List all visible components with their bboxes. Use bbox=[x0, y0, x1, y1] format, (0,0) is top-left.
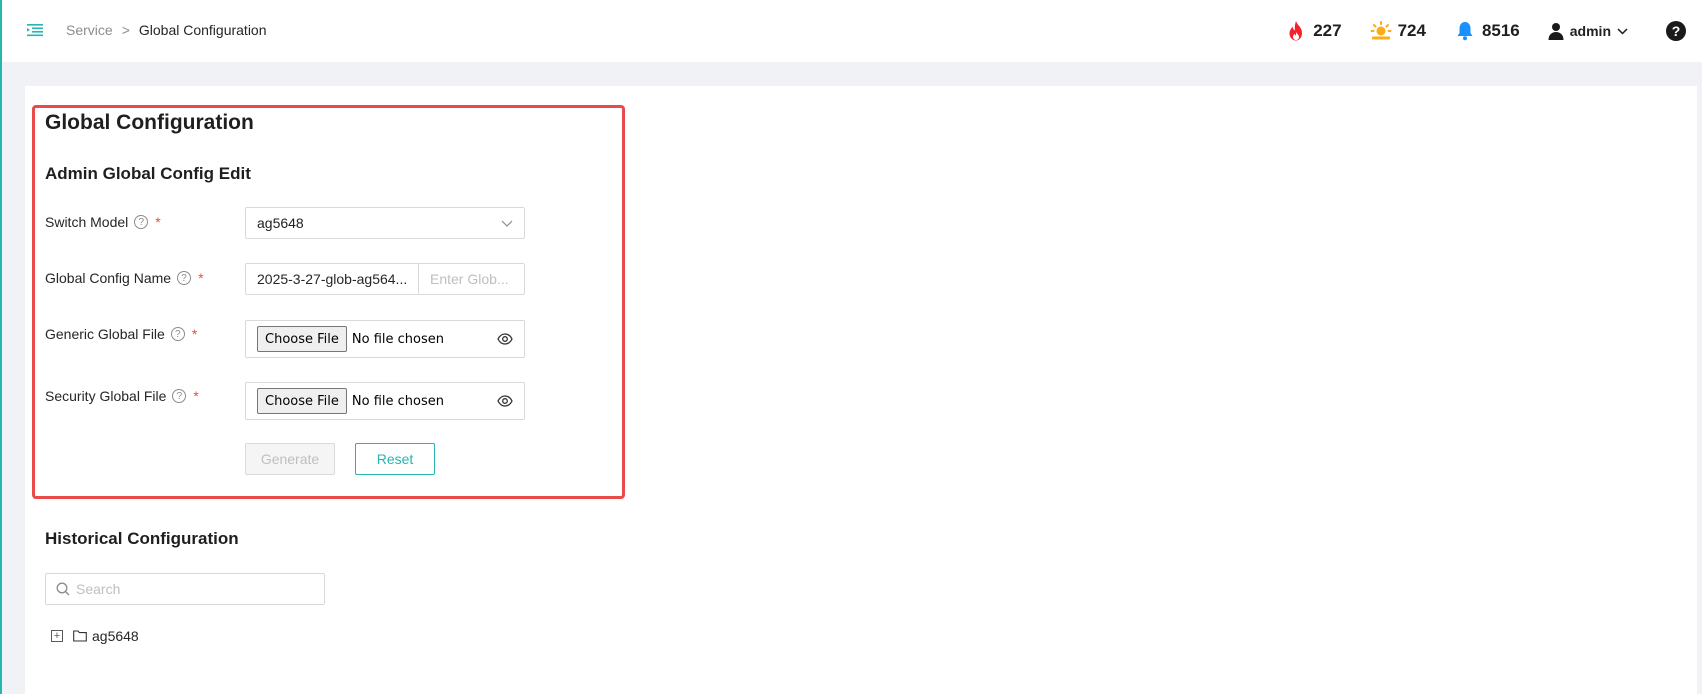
menu-toggle-button[interactable] bbox=[25, 20, 45, 40]
reset-button[interactable]: Reset bbox=[355, 443, 435, 475]
fire-icon bbox=[1285, 20, 1307, 42]
question-circle-icon[interactable]: ? bbox=[177, 271, 192, 285]
generic-file-status: No file chosen bbox=[351, 331, 444, 347]
user-name: admin bbox=[1569, 23, 1611, 39]
user-icon bbox=[1548, 23, 1564, 40]
folder-icon bbox=[73, 630, 87, 642]
top-header: Service > Global Configuration 227 724 8… bbox=[2, 0, 1702, 62]
page-title: Global Configuration bbox=[45, 111, 254, 134]
security-choose-file-button[interactable]: Choose File bbox=[257, 388, 347, 414]
required-mark: * bbox=[193, 388, 199, 404]
critical-alarm-count[interactable]: 227 bbox=[1285, 20, 1342, 42]
tree-node-label[interactable]: ag5648 bbox=[92, 628, 139, 644]
search-input[interactable] bbox=[76, 581, 306, 597]
sun-warning-icon bbox=[1370, 20, 1392, 42]
config-name-input-group: 2025-3-27-glob-ag564... Enter Glob... bbox=[245, 263, 525, 295]
eye-icon[interactable] bbox=[497, 394, 513, 408]
question-circle-icon[interactable]: ? bbox=[170, 327, 185, 341]
header-actions: 227 724 8516 admin ? bbox=[1285, 0, 1702, 62]
config-name-label-text: Global Config Name bbox=[45, 270, 172, 286]
notification-value: 8516 bbox=[1481, 21, 1520, 40]
warning-alarm-count[interactable]: 724 bbox=[1370, 20, 1426, 42]
search-icon bbox=[56, 582, 70, 596]
question-circle-icon[interactable]: ? bbox=[134, 215, 149, 229]
menu-fold-icon bbox=[27, 24, 43, 37]
critical-alarm-value: 227 bbox=[1313, 21, 1342, 40]
generic-file-input: Choose File No file chosen bbox=[245, 320, 525, 358]
security-file-label: Security Global File ? * bbox=[45, 388, 199, 404]
notification-count[interactable]: 8516 bbox=[1454, 20, 1520, 42]
config-name-prefix-input[interactable]: 2025-3-27-glob-ag564... bbox=[245, 263, 419, 295]
required-mark: * bbox=[191, 326, 198, 342]
question-circle-icon[interactable]: ? bbox=[172, 389, 187, 403]
eye-icon[interactable] bbox=[497, 332, 513, 346]
generate-button[interactable]: Generate bbox=[245, 443, 335, 475]
help-icon[interactable]: ? bbox=[1666, 21, 1686, 41]
security-file-label-text: Security Global File bbox=[45, 388, 167, 404]
required-mark: * bbox=[155, 214, 161, 230]
security-file-input: Choose File No file chosen bbox=[245, 382, 525, 420]
left-accent-stripe bbox=[0, 0, 2, 694]
bell-icon bbox=[1454, 20, 1476, 42]
history-search bbox=[45, 573, 325, 605]
required-mark: * bbox=[198, 270, 204, 286]
security-file-status: No file chosen bbox=[351, 393, 444, 409]
generic-choose-file-button[interactable]: Choose File bbox=[257, 326, 347, 352]
switch-model-select[interactable]: ag5648 bbox=[245, 207, 525, 239]
config-name-suffix-input[interactable]: Enter Glob... bbox=[419, 263, 525, 295]
switch-model-value: ag5648 bbox=[257, 215, 304, 231]
breadcrumb-separator: > bbox=[121, 22, 130, 38]
breadcrumb-current: Global Configuration bbox=[138, 22, 267, 38]
switch-model-label-text: Switch Model bbox=[45, 214, 129, 230]
generic-file-label-text: Generic Global File bbox=[45, 326, 165, 342]
historical-config-title: Historical Configuration bbox=[45, 529, 239, 548]
expand-plus-icon[interactable]: + bbox=[51, 630, 63, 642]
chevron-down-icon bbox=[1617, 27, 1628, 35]
config-name-label: Global Config Name ? * bbox=[45, 270, 204, 286]
tree-node-ag5648: + ag5648 bbox=[51, 628, 139, 644]
generic-file-label: Generic Global File ? * bbox=[45, 326, 197, 342]
section-title: Admin Global Config Edit bbox=[45, 164, 251, 183]
breadcrumb-service-link[interactable]: Service bbox=[66, 22, 113, 38]
breadcrumb: Service > Global Configuration bbox=[66, 20, 267, 40]
warning-alarm-value: 724 bbox=[1397, 21, 1426, 40]
user-menu[interactable]: admin bbox=[1548, 22, 1628, 40]
chevron-down-icon bbox=[501, 220, 513, 227]
switch-model-label: Switch Model ? * bbox=[45, 214, 161, 230]
